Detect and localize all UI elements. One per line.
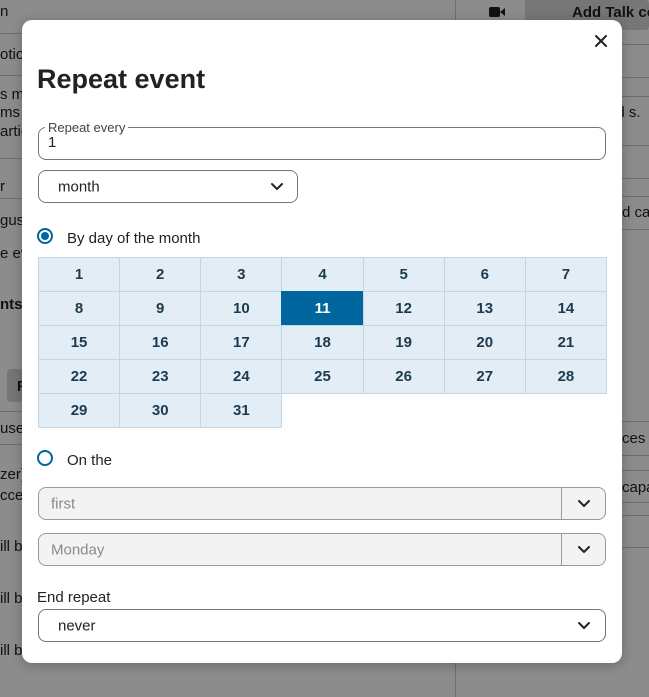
day-cell-24[interactable]: 24: [200, 359, 283, 394]
day-cell-3[interactable]: 3: [200, 257, 283, 292]
day-cell-31[interactable]: 31: [200, 393, 283, 428]
repeat-every-input[interactable]: [48, 134, 588, 151]
day-cell-27[interactable]: 27: [443, 359, 526, 394]
day-cell-19[interactable]: 19: [362, 325, 445, 360]
day-cell-6[interactable]: 6: [443, 257, 526, 292]
day-cell-17[interactable]: 17: [200, 325, 283, 360]
ordinal-select[interactable]: first: [38, 487, 606, 520]
day-cell-21[interactable]: 21: [524, 325, 607, 360]
day-cell-26[interactable]: 26: [362, 359, 445, 394]
repeat-every-field: Repeat every: [38, 120, 606, 160]
day-cell-23[interactable]: 23: [119, 359, 202, 394]
close-icon: [595, 35, 607, 47]
day-cell-11[interactable]: 11: [281, 291, 364, 326]
repeat-unit-select[interactable]: month: [38, 170, 298, 203]
day-cell-12[interactable]: 12: [362, 291, 445, 326]
day-cell-8[interactable]: 8: [38, 291, 121, 326]
day-cell-14[interactable]: 14: [524, 291, 607, 326]
repeat-every-label: Repeat every: [45, 120, 129, 135]
close-button[interactable]: [590, 30, 612, 52]
repeat-unit-value: month: [58, 178, 100, 195]
end-repeat-select[interactable]: never: [38, 609, 606, 642]
day-cell-7[interactable]: 7: [524, 257, 607, 292]
on-the-label: On the: [67, 452, 113, 469]
weekday-select[interactable]: Monday: [38, 533, 606, 566]
ordinal-value: first: [51, 495, 76, 512]
chevron-down-icon: [578, 621, 590, 629]
by-day-of-month-label: By day of the month: [67, 230, 201, 247]
weekday-value: Monday: [51, 541, 105, 558]
day-cell-2[interactable]: 2: [119, 257, 202, 292]
day-cell-18[interactable]: 18: [281, 325, 364, 360]
day-cell-20[interactable]: 20: [443, 325, 526, 360]
day-cell-15[interactable]: 15: [38, 325, 121, 360]
chevron-down-icon: [271, 182, 283, 190]
end-repeat-value: never: [58, 617, 96, 634]
end-repeat-label: End repeat: [37, 589, 111, 606]
day-cell-30[interactable]: 30: [119, 393, 202, 428]
day-cell-28[interactable]: 28: [524, 359, 607, 394]
day-cell-13[interactable]: 13: [443, 291, 526, 326]
day-cell-29[interactable]: 29: [38, 393, 121, 428]
select-divider: [561, 534, 562, 565]
repeat-event-dialog: Repeat event Repeat every month By day o…: [22, 20, 622, 663]
dialog-title: Repeat event: [37, 64, 206, 94]
chevron-down-icon: [578, 499, 590, 507]
chevron-down-icon: [578, 545, 590, 553]
day-cell-16[interactable]: 16: [119, 325, 202, 360]
radio-checked-icon[interactable]: [37, 227, 53, 244]
day-cell-22[interactable]: 22: [38, 359, 121, 394]
by-day-of-month-radio[interactable]: By day of the month: [37, 224, 200, 247]
day-cell-10[interactable]: 10: [200, 291, 283, 326]
day-of-month-grid: 1 2 3 4 5 6 7 8 9 10 11 12 13 14 15 16 17 18 19 20 21 22 23 24 2…: [38, 257, 607, 428]
day-cell-5[interactable]: 5: [362, 257, 445, 292]
day-cell-25[interactable]: 25: [281, 359, 364, 394]
select-divider: [561, 488, 562, 519]
day-cell-9[interactable]: 9: [119, 291, 202, 326]
day-cell-4[interactable]: 4: [281, 257, 364, 292]
day-cell-1[interactable]: 1: [38, 257, 121, 292]
on-the-radio[interactable]: On the: [37, 446, 112, 469]
radio-unchecked-icon[interactable]: [37, 449, 53, 466]
